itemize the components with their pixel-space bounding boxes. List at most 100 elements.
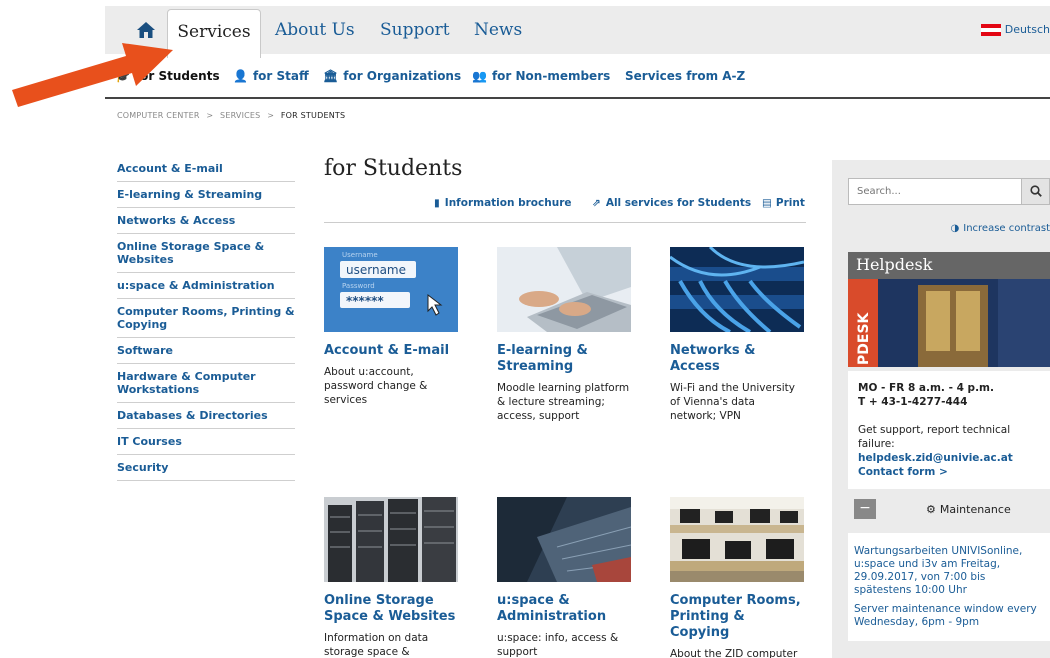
sub-navigation: 🎓 for Students 👤 for Staff 🏛 for Organizati… bbox=[105, 54, 1050, 99]
service-card[interactable]: E-learning & Streaming Moodle learning p… bbox=[497, 247, 631, 423]
leftmenu-item[interactable]: Computer Rooms, Printing & Copying bbox=[117, 299, 295, 338]
leftmenu-item[interactable]: u:space & Administration bbox=[117, 273, 295, 299]
main-content: for Students ▮ Information brochure ⇗ All … bbox=[324, 156, 806, 658]
breadcrumb-separator: > bbox=[206, 111, 214, 120]
subnav-for-non-members[interactable]: 👥 for Non-members bbox=[472, 69, 610, 83]
card-title: Online Storage Space & Websites bbox=[324, 593, 456, 624]
language-label: Deutsch bbox=[1004, 23, 1050, 36]
service-card[interactable]: u:space & Administration u:space: info, … bbox=[497, 497, 632, 658]
helpdesk-support-text: Get support, report technical failure: bbox=[858, 424, 1011, 450]
card-title: u:space & Administration bbox=[497, 593, 607, 624]
tool-label: Information brochure bbox=[444, 197, 572, 209]
maintenance-title: ⚙ Maintenance bbox=[926, 503, 1011, 516]
service-card[interactable]: Username username Password ****** Accoun… bbox=[324, 247, 458, 407]
tab-about-us[interactable]: About Us bbox=[275, 6, 355, 54]
service-card[interactable]: Online Storage Space & Websites Informat… bbox=[324, 497, 458, 658]
service-card[interactable]: Networks & Access Wi-Fi and the Universi… bbox=[669, 245, 805, 423]
information-brochure-link[interactable]: ▮ Information brochure bbox=[434, 197, 572, 209]
breadcrumb-separator: > bbox=[267, 111, 275, 120]
document-icon: ▮ bbox=[434, 197, 440, 209]
university-building-image bbox=[497, 497, 632, 582]
tool-label: Print bbox=[775, 197, 805, 209]
leftmenu-item[interactable]: Online Storage Space & Websites bbox=[117, 234, 295, 273]
maintenance-header: − ⚙ Maintenance bbox=[848, 489, 1050, 533]
subnav-for-organizations[interactable]: 🏛 for Organizations bbox=[323, 69, 461, 83]
language-switch[interactable]: Deutsch bbox=[980, 6, 1050, 54]
card-description: About u:account, password change & servi… bbox=[324, 366, 428, 406]
helpdesk-phone: T + 43-1-4277-444 bbox=[858, 396, 968, 408]
print-link[interactable]: ▤ Print bbox=[762, 197, 805, 209]
account-login-image: Username username Password ****** bbox=[324, 247, 458, 332]
leftmenu-item[interactable]: Databases & Directories bbox=[117, 403, 295, 429]
card-title: Account & E-mail bbox=[324, 343, 450, 358]
contrast-icon: ◑ bbox=[950, 223, 960, 234]
page-tools: ▮ Information brochure ⇗ All services for … bbox=[324, 197, 806, 223]
helpdesk-email-link[interactable]: helpdesk.zid@univie.ac.at bbox=[858, 451, 1040, 465]
subnav-label: for Organizations bbox=[343, 69, 462, 83]
image-caption: username bbox=[346, 263, 406, 277]
tab-news[interactable]: News bbox=[474, 6, 522, 54]
card-description: Wi-Fi and the University of Vienna's dat… bbox=[670, 382, 796, 422]
leftmenu-item[interactable]: Account & E-mail bbox=[117, 156, 295, 182]
helpdesk-hours: MO - FR 8 a.m. - 4 p.m. bbox=[858, 382, 994, 394]
card-description: Moodle learning platform & lecture strea… bbox=[497, 382, 630, 422]
leftmenu-item[interactable]: Networks & Access bbox=[117, 208, 295, 234]
maintenance-notice-link[interactable]: Wartungsarbeiten UNIVISonline, u:space u… bbox=[854, 545, 1044, 597]
computer-room-image bbox=[670, 497, 804, 582]
image-caption: ****** bbox=[346, 294, 384, 308]
card-title: Computer Rooms, Printing & Copying bbox=[670, 593, 801, 640]
austria-flag-icon bbox=[980, 24, 1001, 36]
left-menu: Account & E-mail E-learning & Streaming … bbox=[117, 156, 295, 481]
group-icon: 👥 bbox=[472, 69, 487, 83]
contrast-label: Increase contrast bbox=[963, 223, 1050, 234]
leftmenu-item[interactable]: Software bbox=[117, 338, 295, 364]
subnav-label: for Non-members bbox=[491, 69, 611, 83]
top-navigation: Services About Us Support News Deutsch bbox=[105, 6, 1050, 58]
card-title: E-learning & Streaming bbox=[497, 343, 588, 374]
helpdesk-title: Helpdesk bbox=[848, 252, 1050, 279]
maintenance-notice-link[interactable]: Server maintenance window every Wednesda… bbox=[854, 603, 1044, 629]
breadcrumb-computer-center[interactable]: COMPUTER CENTER bbox=[117, 111, 200, 120]
subnav-services-a-z[interactable]: Services from A-Z bbox=[625, 69, 745, 83]
card-description: Information on data storage space & bbox=[324, 632, 429, 658]
all-services-link[interactable]: ⇗ All services for Students bbox=[592, 197, 751, 209]
leftmenu-item[interactable]: IT Courses bbox=[117, 429, 295, 455]
leftmenu-item[interactable]: E-learning & Streaming bbox=[117, 182, 295, 208]
image-caption: Username bbox=[342, 251, 378, 259]
contact-form-link[interactable]: Contact form > bbox=[858, 465, 1040, 479]
search-box bbox=[848, 178, 1050, 205]
card-description: About the ZID computer rooms & bbox=[670, 648, 798, 658]
leftmenu-item[interactable]: Hardware & Computer Workstations bbox=[117, 364, 295, 403]
laptop-image bbox=[497, 247, 631, 332]
increase-contrast-link[interactable]: ◑ Increase contrast bbox=[951, 223, 1050, 234]
external-link-icon: ⇗ bbox=[592, 197, 601, 209]
helpdesk-box: Helpdesk PDESK MO - FR 8 a.m. - 4 p.m. T… bbox=[848, 252, 1050, 641]
right-sidebar: ◑Increase contrast Helpdesk PDESK MO - F… bbox=[832, 160, 1050, 658]
page-title: for Students bbox=[324, 156, 463, 181]
printer-icon: ▤ bbox=[762, 197, 772, 209]
gear-icon: ⚙ bbox=[926, 503, 936, 516]
maintenance-notices: Wartungsarbeiten UNIVISonline, u:space u… bbox=[848, 533, 1050, 641]
service-card[interactable]: Computer Rooms, Printing & Copying About… bbox=[670, 497, 804, 658]
maintenance-label: Maintenance bbox=[939, 503, 1011, 516]
search-input[interactable] bbox=[849, 179, 1019, 204]
breadcrumb-current: FOR STUDENTS bbox=[280, 111, 346, 120]
building-icon: 🏛 bbox=[323, 69, 339, 83]
tab-services[interactable]: Services bbox=[167, 9, 261, 58]
search-icon[interactable] bbox=[1021, 179, 1049, 204]
collapse-toggle[interactable]: − bbox=[854, 499, 876, 519]
tab-support[interactable]: Support bbox=[380, 6, 450, 54]
network-cables-image bbox=[669, 245, 805, 334]
image-caption: Password bbox=[342, 282, 375, 290]
annotation-arrow-icon bbox=[12, 43, 173, 107]
tool-label: All services for Students bbox=[605, 197, 752, 209]
leftmenu-item[interactable]: Security bbox=[117, 455, 295, 481]
helpdesk-info: MO - FR 8 a.m. - 4 p.m. T + 43-1-4277-44… bbox=[848, 371, 1050, 489]
card-title: Networks & Access bbox=[670, 343, 756, 374]
subnav-for-staff[interactable]: 👤 for Staff bbox=[233, 69, 309, 83]
breadcrumb-services[interactable]: SERVICES bbox=[220, 111, 260, 120]
image-caption: PDESK bbox=[856, 311, 872, 365]
breadcrumb: COMPUTER CENTER > SERVICES > FOR STUDENT… bbox=[117, 111, 345, 120]
helpdesk-image: PDESK bbox=[848, 279, 1050, 367]
server-racks-image bbox=[324, 497, 458, 582]
